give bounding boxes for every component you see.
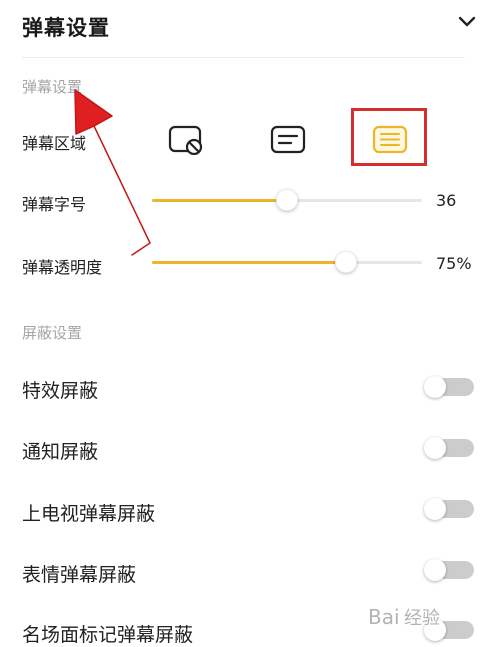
font-size-label: 弹幕字号 — [22, 195, 87, 214]
block-section-title: 屏蔽设置 — [22, 324, 83, 342]
opacity-slider-thumb[interactable] — [335, 251, 358, 273]
toggle-effects[interactable] — [424, 376, 474, 398]
block-item-label: 名场面标记弹幕屏蔽 — [22, 624, 194, 646]
font-size-slider-thumb[interactable] — [276, 189, 298, 211]
baidu-watermark-logo: Bai 经验 — [368, 605, 440, 629]
chevron-down-icon[interactable] — [456, 14, 478, 30]
area-label: 弹幕区域 — [22, 134, 87, 153]
toggle-knob — [424, 498, 446, 520]
toggle-knob — [424, 437, 446, 459]
page-title: 弹幕设置 — [22, 16, 110, 40]
toggle-emoji[interactable] — [424, 559, 474, 581]
header-divider — [22, 57, 465, 58]
opacity-value: 75% — [436, 254, 472, 273]
toggle-tv[interactable] — [424, 498, 474, 520]
font-size-slider[interactable] — [152, 189, 422, 211]
display-section-title: 弹幕设置 — [22, 78, 83, 96]
opacity-slider[interactable] — [152, 251, 422, 273]
opacity-slider-fill — [152, 261, 347, 264]
toggle-knob — [424, 559, 446, 581]
block-item-label: 表情弹幕屏蔽 — [22, 564, 137, 586]
opacity-label: 弹幕透明度 — [22, 258, 103, 277]
block-item-label: 特效屏蔽 — [22, 380, 99, 402]
font-size-value: 36 — [436, 191, 457, 210]
block-item-label: 上电视弹幕屏蔽 — [22, 503, 156, 525]
toggle-knob — [424, 376, 446, 398]
toggle-notification[interactable] — [424, 437, 474, 459]
svg-text:Bai: Bai — [368, 605, 400, 629]
block-item-label: 通知屏蔽 — [22, 441, 99, 463]
block-icon[interactable] — [168, 125, 204, 155]
svg-text:经验: 经验 — [404, 608, 440, 629]
selected-highlight-box — [351, 108, 427, 166]
font-size-slider-fill — [152, 199, 287, 202]
lines-icon[interactable] — [270, 125, 306, 155]
